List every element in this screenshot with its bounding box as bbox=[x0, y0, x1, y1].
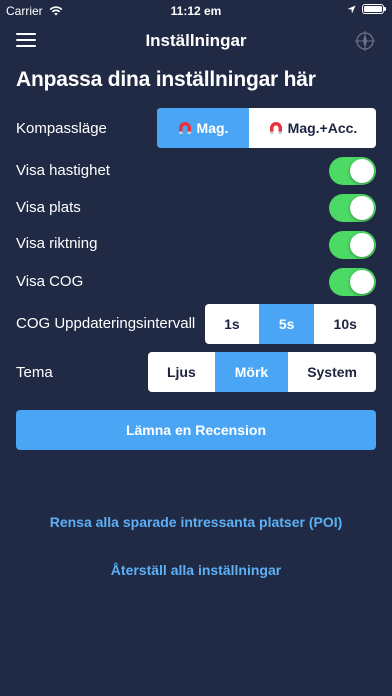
toggle-knob bbox=[350, 159, 374, 183]
toggle-knob bbox=[350, 196, 374, 220]
location-arrow-icon bbox=[347, 4, 356, 14]
show-direction-toggle[interactable] bbox=[329, 231, 376, 259]
compass-mode-mag-option[interactable]: Mag. bbox=[157, 108, 248, 148]
nav-bar: Inställningar bbox=[0, 22, 392, 60]
compass-mode-mag-label: Mag. bbox=[196, 120, 229, 136]
magnet-icon bbox=[268, 121, 284, 135]
theme-label: Tema bbox=[16, 364, 53, 381]
cog-interval-5s-option[interactable]: 5s bbox=[258, 304, 314, 344]
show-position-toggle[interactable] bbox=[329, 194, 376, 222]
cog-interval-segmented: 1s 5s 10s bbox=[205, 304, 376, 344]
leave-review-button[interactable]: Lämna en Recension bbox=[16, 410, 376, 450]
clear-poi-link[interactable]: Rensa alla sparade intressanta platser (… bbox=[0, 514, 392, 530]
cog-interval-1s-option[interactable]: 1s bbox=[205, 304, 259, 344]
status-right bbox=[347, 4, 386, 14]
theme-dark-option[interactable]: Mörk bbox=[214, 352, 288, 392]
reset-settings-link[interactable]: Återställ alla inställningar bbox=[0, 562, 392, 578]
page-title: Inställningar bbox=[145, 31, 247, 50]
toggle-knob bbox=[350, 233, 374, 257]
compass-mode-mag-acc-label: Mag.+Acc. bbox=[287, 120, 358, 136]
compass-mode-label: Kompassläge bbox=[16, 120, 107, 137]
compass-button[interactable] bbox=[354, 30, 376, 52]
show-speed-toggle[interactable] bbox=[329, 157, 376, 185]
status-time: 11:12 em bbox=[170, 4, 222, 18]
compass-mode-segmented: Mag. Mag.+Acc. bbox=[157, 108, 376, 148]
theme-segmented: Ljus Mörk System bbox=[148, 352, 376, 392]
cog-interval-label: COG Uppdateringsintervall bbox=[16, 315, 196, 332]
show-position-label: Visa plats bbox=[16, 199, 81, 216]
section-heading: Anpassa dina inställningar här bbox=[16, 68, 316, 91]
battery-icon bbox=[362, 4, 386, 14]
cog-interval-10s-option[interactable]: 10s bbox=[313, 304, 376, 344]
show-speed-label: Visa hastighet bbox=[16, 162, 110, 179]
status-bar: Carrier 11:12 em bbox=[0, 0, 392, 22]
compass-icon bbox=[355, 31, 375, 51]
theme-light-option[interactable]: Ljus bbox=[148, 352, 215, 392]
show-direction-label: Visa riktning bbox=[16, 235, 98, 252]
show-cog-toggle[interactable] bbox=[329, 268, 376, 296]
toggle-knob bbox=[350, 270, 374, 294]
magnet-icon bbox=[177, 121, 193, 135]
show-cog-label: Visa COG bbox=[16, 273, 84, 290]
theme-system-option[interactable]: System bbox=[287, 352, 376, 392]
compass-mode-mag-acc-option[interactable]: Mag.+Acc. bbox=[248, 108, 376, 148]
